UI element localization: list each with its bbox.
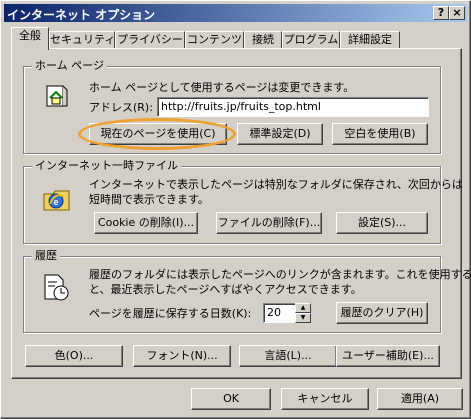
window-title: インターネット オプション bbox=[7, 8, 156, 22]
history-description-line2: と、最近表示したページへすばやくアクセスできます。 bbox=[89, 283, 362, 296]
history-description-line1: 履歴のフォルダには表示したページへのリンクが含まれます。これを使用する bbox=[89, 268, 471, 281]
temp-files-description-line1: インターネットで表示したページは特別なフォルダに保存され、次回からは bbox=[89, 178, 463, 191]
tab-connections[interactable]: 接続 bbox=[244, 31, 282, 49]
tab-general[interactable]: 全般 bbox=[11, 27, 49, 50]
cancel-button[interactable]: キャンセル bbox=[281, 388, 369, 410]
use-current-button[interactable]: 現在のページを使用(C) bbox=[89, 123, 227, 145]
temp-files-icon: e bbox=[43, 190, 70, 211]
address-input[interactable]: http://fruits.jp/fruits_top.html bbox=[157, 97, 429, 117]
use-blank-button[interactable]: 空白を使用(B) bbox=[332, 123, 428, 145]
languages-button[interactable]: 言語(L)... bbox=[239, 345, 337, 367]
delete-files-button[interactable]: ファイルの削除(F)... bbox=[216, 212, 322, 234]
tab-content[interactable]: コンテンツ bbox=[185, 31, 244, 49]
clear-history-button[interactable]: 履歴のクリア(H) bbox=[336, 302, 428, 324]
home-page-group-title: ホーム ページ bbox=[32, 59, 107, 73]
colors-button[interactable]: 色(O)... bbox=[25, 345, 123, 367]
accessibility-button[interactable]: ユーザー補助(E)... bbox=[336, 345, 440, 367]
history-group-title: 履歴 bbox=[32, 249, 60, 263]
home-icon bbox=[46, 85, 68, 107]
history-days-label: ページを履歴に保存する日数(K): bbox=[89, 307, 252, 320]
temp-settings-button[interactable]: 設定(S)... bbox=[336, 212, 428, 234]
delete-cookies-button[interactable]: Cookie の削除(I)... bbox=[94, 212, 198, 234]
temp-files-group-title: インターネット一時ファイル bbox=[32, 159, 181, 173]
address-label: アドレス(R): bbox=[89, 101, 153, 114]
temp-files-description-line2: 短時間で表示できます。 bbox=[89, 193, 209, 206]
history-icon bbox=[44, 274, 69, 301]
close-button[interactable]: × bbox=[449, 6, 465, 20]
spinner-down-icon[interactable]: ▼ bbox=[295, 313, 311, 323]
svg-text:e: e bbox=[53, 197, 58, 207]
spinner-up-icon[interactable]: ▲ bbox=[295, 303, 311, 313]
help-button[interactable]: ? bbox=[433, 6, 449, 20]
tab-programs[interactable]: プログラム bbox=[282, 31, 340, 49]
tab-security[interactable]: セキュリティ bbox=[49, 31, 115, 49]
use-default-button[interactable]: 標準設定(D) bbox=[237, 123, 323, 145]
history-days-input[interactable]: 20 bbox=[263, 303, 297, 323]
apply-button[interactable]: 適用(A) bbox=[377, 388, 463, 410]
fonts-button[interactable]: フォント(N)... bbox=[133, 345, 231, 367]
internet-options-dialog: インターネット オプション ? × 全般 セキュリティ プライバシー コンテンツ… bbox=[0, 0, 471, 419]
history-days-spinner[interactable]: ▲ ▼ bbox=[295, 303, 311, 323]
tab-advanced[interactable]: 詳細設定 bbox=[340, 31, 400, 49]
home-page-description: ホーム ページとして使用するページは変更できます。 bbox=[89, 81, 355, 94]
ok-button[interactable]: OK bbox=[191, 388, 271, 410]
tab-privacy[interactable]: プライバシー bbox=[115, 31, 185, 49]
title-bar[interactable]: インターネット オプション ? × bbox=[4, 4, 467, 22]
